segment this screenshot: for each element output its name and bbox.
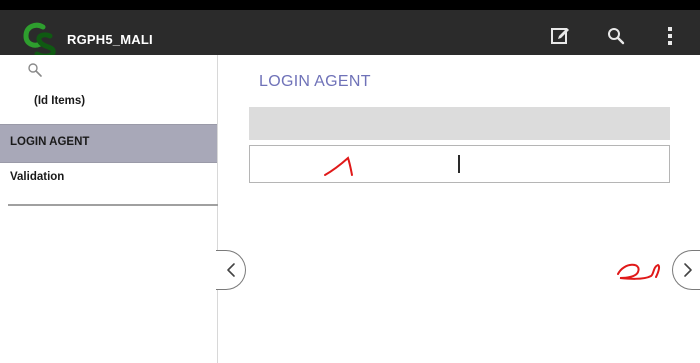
- text-cursor: [458, 155, 460, 173]
- sidebar-item-validation[interactable]: Validation: [0, 171, 217, 183]
- sidebar: (Id Items) LOGIN AGENT Validation: [0, 55, 218, 363]
- sidebar-item-id-items[interactable]: (Id Items): [34, 95, 85, 107]
- handwritten-annotation-1: [324, 156, 353, 176]
- handwritten-annotation-2: [617, 263, 661, 280]
- app-title: RGPH5_MALI: [67, 32, 153, 47]
- search-icon[interactable]: [606, 25, 626, 47]
- sidebar-divider: [8, 204, 218, 206]
- sidebar-search-icon[interactable]: [27, 62, 43, 78]
- next-button[interactable]: [672, 250, 700, 290]
- chevron-left-icon: [226, 263, 235, 277]
- status-strip: [0, 0, 700, 10]
- previous-button[interactable]: [216, 250, 246, 290]
- chevron-right-icon: [683, 263, 692, 277]
- sidebar-item-login-agent[interactable]: LOGIN AGENT: [0, 124, 217, 163]
- edit-icon[interactable]: [550, 25, 570, 47]
- field-label-bar: [249, 107, 670, 140]
- action-bar: RGPH5_MALI: [0, 10, 700, 57]
- app-logo: [23, 22, 56, 57]
- overflow-menu-icon[interactable]: [664, 25, 676, 47]
- page-title: LOGIN AGENT: [259, 73, 371, 90]
